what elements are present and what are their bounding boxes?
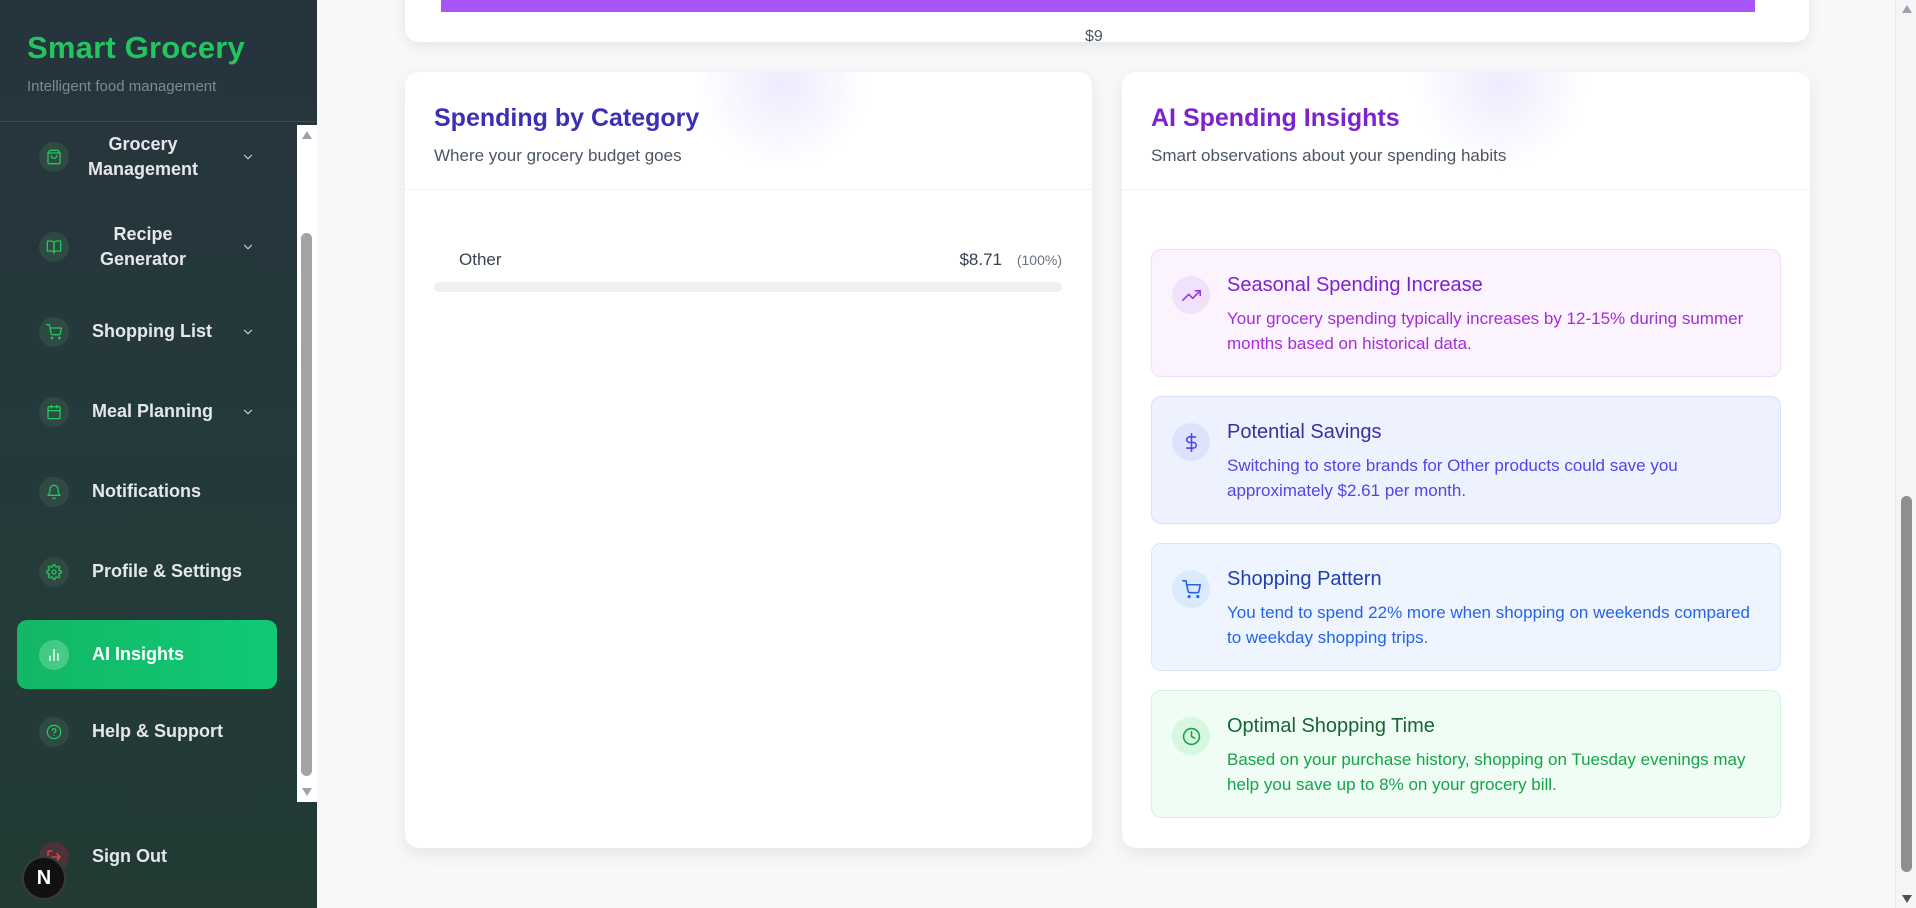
category-percent: (100%) bbox=[1016, 252, 1062, 268]
spending-trend-card: $9 bbox=[405, 0, 1809, 42]
scroll-thumb[interactable] bbox=[301, 233, 312, 776]
sidebar-item-notifications[interactable]: Notifications bbox=[17, 457, 277, 526]
category-progress-track bbox=[434, 282, 1062, 292]
gear-icon bbox=[39, 556, 69, 587]
card-title: Spending by Category bbox=[434, 104, 700, 132]
book-open-icon bbox=[39, 231, 69, 262]
bar-chart-icon bbox=[39, 639, 69, 670]
insight-title: Potential Savings bbox=[1227, 421, 1382, 443]
spending-bar-amount: $9 bbox=[1085, 28, 1103, 42]
chevron-down-icon[interactable] bbox=[241, 325, 255, 339]
scroll-up-arrow-icon[interactable] bbox=[1902, 5, 1912, 13]
card-header: Spending by Category Where your grocery … bbox=[405, 72, 1092, 190]
scroll-thumb[interactable] bbox=[1901, 496, 1912, 872]
category-name: Other bbox=[459, 250, 502, 269]
chevron-down-icon[interactable] bbox=[241, 405, 255, 419]
scroll-down-arrow-icon[interactable] bbox=[1902, 895, 1912, 903]
app-subtitle: Intelligent food management bbox=[27, 78, 217, 95]
bell-icon bbox=[39, 476, 69, 507]
insight-shopping-pattern: Shopping Pattern You tend to spend 22% m… bbox=[1151, 543, 1781, 671]
page-scrollbar[interactable] bbox=[1895, 0, 1916, 908]
trending-up-icon bbox=[1172, 276, 1210, 314]
chevron-down-icon[interactable] bbox=[241, 150, 255, 164]
dev-tools-badge[interactable]: N bbox=[22, 856, 66, 900]
sidebar-item-label: Recipe Generator bbox=[99, 223, 187, 269]
sign-out-label: Sign Out bbox=[92, 846, 167, 866]
insight-body: You tend to spend 22% more when shopping… bbox=[1227, 603, 1750, 647]
shopping-bag-icon bbox=[39, 141, 69, 172]
brand: Smart Grocery Intelligent food managemen… bbox=[27, 30, 245, 95]
insight-title: Shopping Pattern bbox=[1227, 568, 1382, 590]
card-subtitle: Where your grocery budget goes bbox=[434, 146, 682, 165]
sidebar-item-meal-planning[interactable]: Meal Planning bbox=[17, 377, 277, 446]
card-subtitle: Smart observations about your spending h… bbox=[1151, 146, 1507, 165]
sidebar-item-label: Shopping List bbox=[92, 321, 212, 341]
sidebar-item-grocery-management[interactable]: Grocery Management bbox=[17, 125, 277, 191]
sidebar-item-profile-settings[interactable]: Profile & Settings bbox=[17, 537, 277, 606]
insight-optimal-shopping-time: Optimal Shopping Time Based on your purc… bbox=[1151, 690, 1781, 818]
scroll-up-arrow-icon[interactable] bbox=[302, 131, 312, 139]
card-title: AI Spending Insights bbox=[1151, 104, 1400, 132]
sidebar-item-label: AI Insights bbox=[92, 644, 185, 664]
insight-title: Optimal Shopping Time bbox=[1227, 715, 1435, 737]
sidebar-item-recipe-generator[interactable]: Recipe Generator bbox=[17, 212, 277, 281]
clock-icon bbox=[1172, 717, 1210, 755]
sidebar-scrollbar[interactable] bbox=[297, 125, 317, 802]
sidebar-item-shopping-list[interactable]: Shopping List bbox=[17, 297, 277, 366]
sidebar-nav: Grocery Management Recipe Generator Shop… bbox=[0, 125, 317, 802]
insight-seasonal-spending: Seasonal Spending Increase Your grocery … bbox=[1151, 249, 1781, 377]
sidebar-item-help-support[interactable]: Help & Support bbox=[17, 697, 277, 766]
sidebar-item-label: Meal Planning bbox=[92, 401, 214, 421]
sidebar: Smart Grocery Intelligent food managemen… bbox=[0, 0, 317, 908]
insight-body: Switching to store brands for Other prod… bbox=[1227, 456, 1678, 500]
cart-icon bbox=[39, 316, 69, 347]
category-amount: $8.71 bbox=[959, 250, 1002, 269]
spending-by-category-card: Spending by Category Where your grocery … bbox=[405, 72, 1092, 848]
sidebar-item-label: Grocery Management bbox=[87, 133, 199, 179]
sidebar-item-label: Help & Support bbox=[92, 721, 223, 741]
calendar-icon bbox=[39, 396, 69, 427]
insight-title: Seasonal Spending Increase bbox=[1227, 274, 1483, 296]
app-title: Smart Grocery bbox=[27, 30, 245, 65]
cart-icon bbox=[1172, 570, 1210, 608]
chevron-down-icon[interactable] bbox=[241, 240, 255, 254]
scroll-down-arrow-icon[interactable] bbox=[302, 788, 312, 796]
insight-body: Based on your purchase history, shopping… bbox=[1227, 750, 1746, 794]
card-header: AI Spending Insights Smart observations … bbox=[1122, 72, 1810, 190]
dollar-icon bbox=[1172, 423, 1210, 461]
ai-spending-insights-card: AI Spending Insights Smart observations … bbox=[1122, 72, 1810, 848]
sidebar-item-label: Profile & Settings bbox=[92, 561, 243, 581]
sidebar-divider bbox=[0, 121, 317, 122]
sidebar-item-ai-insights[interactable]: AI Insights bbox=[17, 620, 277, 689]
help-circle-icon bbox=[39, 716, 69, 747]
spending-bar bbox=[441, 0, 1755, 12]
sidebar-item-label: Notifications bbox=[92, 481, 202, 501]
main-content: $9 Spending by Category Where your groce… bbox=[317, 0, 1895, 908]
insight-body: Your grocery spending typically increase… bbox=[1227, 309, 1744, 353]
insight-potential-savings: Potential Savings Switching to store bra… bbox=[1151, 396, 1781, 524]
